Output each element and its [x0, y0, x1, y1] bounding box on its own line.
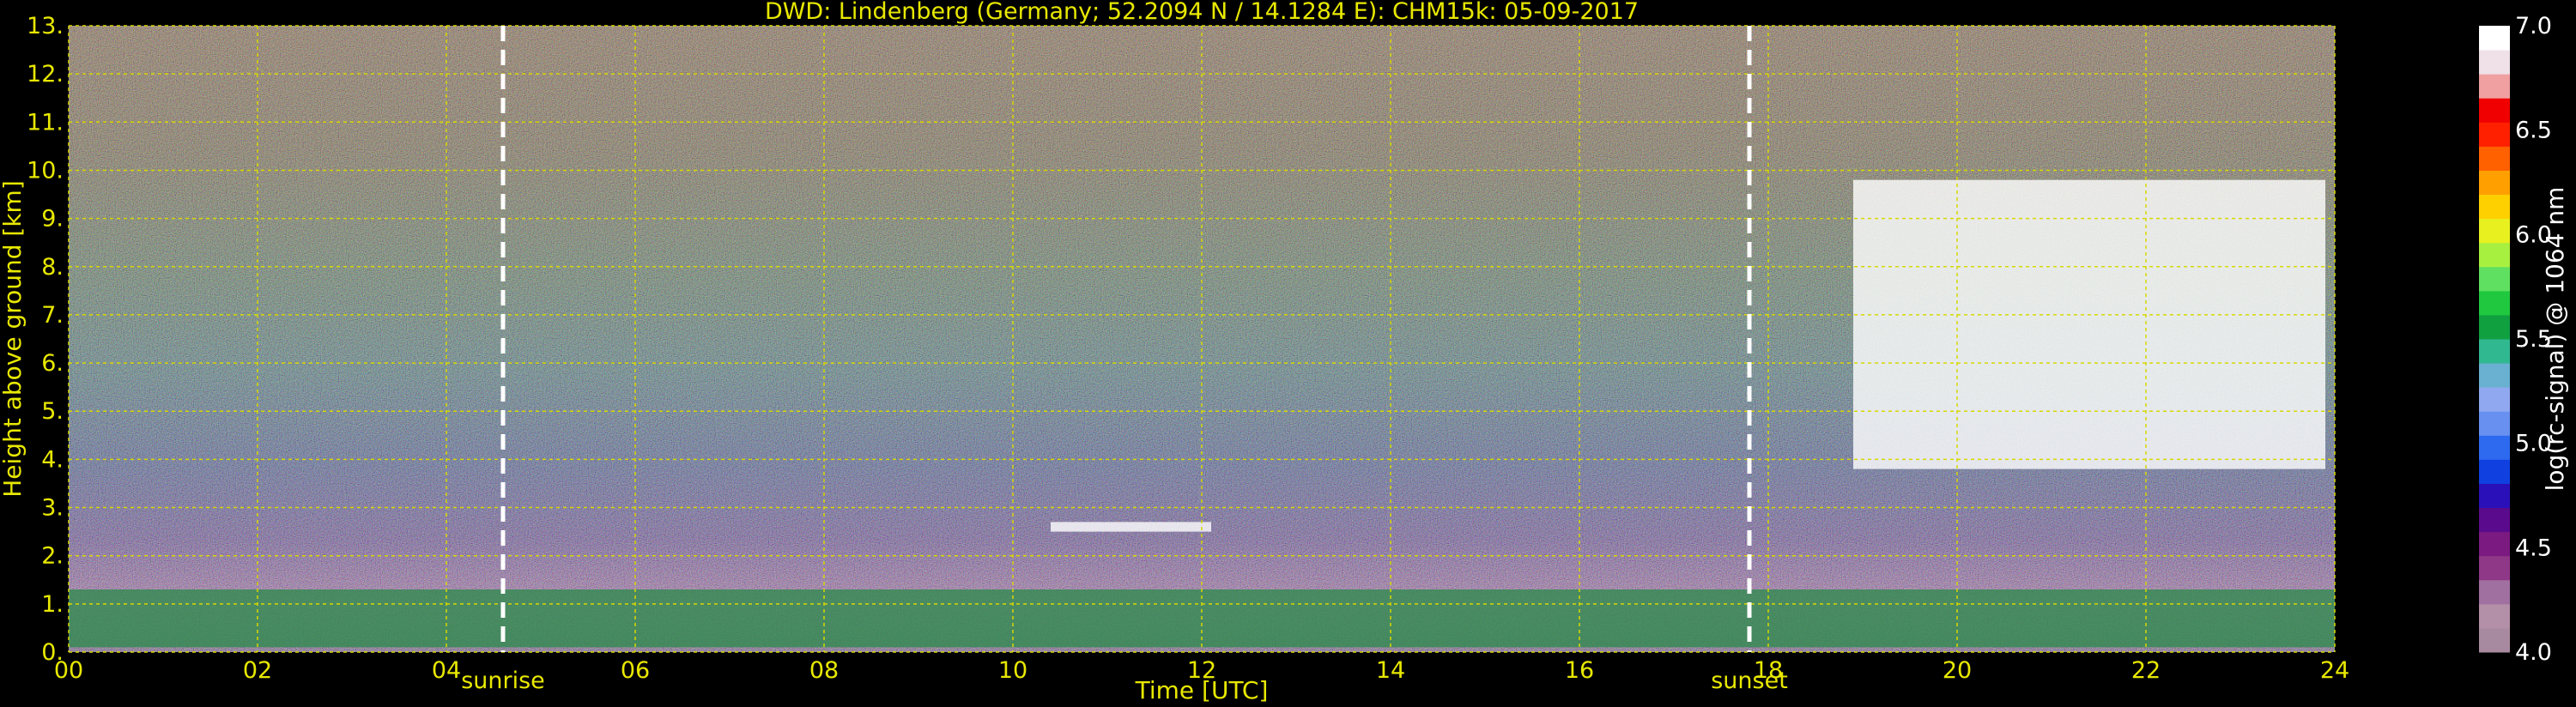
x-tick-label: 24 [2320, 657, 2349, 684]
y-tick-label: 2. [41, 543, 64, 570]
plot-area [69, 26, 2335, 652]
colorbar-swatch [2479, 339, 2510, 364]
y-tick-label: 11. [27, 109, 64, 136]
colorbar-swatch [2479, 387, 2510, 412]
y-tick-label: 8. [41, 254, 64, 281]
colorbar-swatch [2479, 483, 2510, 509]
y-tick-label: 9. [41, 206, 64, 233]
colorbar-tick-label: 4.0 [2515, 639, 2552, 666]
x-tick-label: 06 [621, 657, 650, 684]
colorbar-swatch [2479, 579, 2510, 605]
y-tick-label: 4. [41, 446, 64, 473]
x-tick-label: 02 [243, 657, 272, 684]
chart-title: DWD: Lindenberg (Germany; 52.2094 N / 14… [765, 0, 1639, 25]
cloud-layer [1051, 522, 1211, 532]
x-tick-label: 20 [1943, 657, 1972, 684]
y-axis-label: Height above ground [km] [0, 180, 27, 498]
x-tick-label: 10 [998, 657, 1027, 684]
colorbar-swatch [2479, 218, 2510, 244]
y-tick-label: 5. [41, 398, 64, 425]
cloud-layer [1853, 179, 2325, 469]
colorbar-tick-label: 7.0 [2515, 13, 2552, 39]
y-tick-label: 12. [27, 61, 64, 88]
y-tick-label: 13. [27, 13, 64, 39]
ceilometer-chart: sunrise sunset 00 02 04 06 08 10 12 14 16 18 20 22 24… [0, 0, 2576, 707]
x-tick-label: 16 [1565, 657, 1594, 684]
colorbar-swatch [2479, 98, 2510, 123]
colorbar-swatch [2479, 603, 2510, 629]
colorbar-swatch [2479, 242, 2510, 268]
marker-label-sunrise: sunrise [461, 668, 545, 694]
x-tick-label: 04 [432, 657, 461, 684]
y-tick-label: 10. [27, 157, 64, 184]
colorbar-swatch [2479, 122, 2510, 147]
x-tick-label: 18 [1754, 657, 1783, 684]
x-axis-label: Time [UTC] [1135, 676, 1269, 704]
x-tick-label: 14 [1376, 657, 1405, 684]
colorbar-swatch [2479, 266, 2510, 292]
x-tick-label: 22 [2131, 657, 2161, 684]
colorbar-swatch [2479, 555, 2510, 581]
colorbar-swatch [2479, 170, 2510, 196]
colorbar-swatch [2479, 50, 2510, 75]
colorbar-swatch [2479, 363, 2510, 388]
colorbar-swatch [2479, 507, 2510, 533]
colorbar-tick-label: 6.5 [2515, 118, 2552, 144]
colorbar-swatch [2479, 314, 2510, 340]
colorbar-swatch [2479, 26, 2510, 51]
colorbar-swatch [2479, 435, 2510, 460]
y-tick-label: 6. [41, 350, 64, 377]
colorbar-swatch [2479, 74, 2510, 99]
colorbar-swatch [2479, 146, 2510, 171]
y-tick-label: 1. [41, 591, 64, 618]
y-tick-label: 0. [41, 639, 64, 666]
colorbar-swatch [2479, 194, 2510, 220]
y-tick-label: 7. [41, 302, 64, 329]
colorbar-label: log(rc-signal) @ 1064 nm [2541, 187, 2569, 492]
colorbar-swatch [2479, 411, 2510, 436]
x-tick-label: 08 [809, 657, 839, 684]
colorbar-swatch [2479, 290, 2510, 316]
y-tick-label: 3. [41, 495, 64, 522]
colorbar-swatch [2479, 531, 2510, 557]
colorbar-swatch [2479, 459, 2510, 484]
colorbar-swatch [2479, 627, 2510, 653]
colorbar-tick-label: 4.5 [2515, 535, 2552, 561]
